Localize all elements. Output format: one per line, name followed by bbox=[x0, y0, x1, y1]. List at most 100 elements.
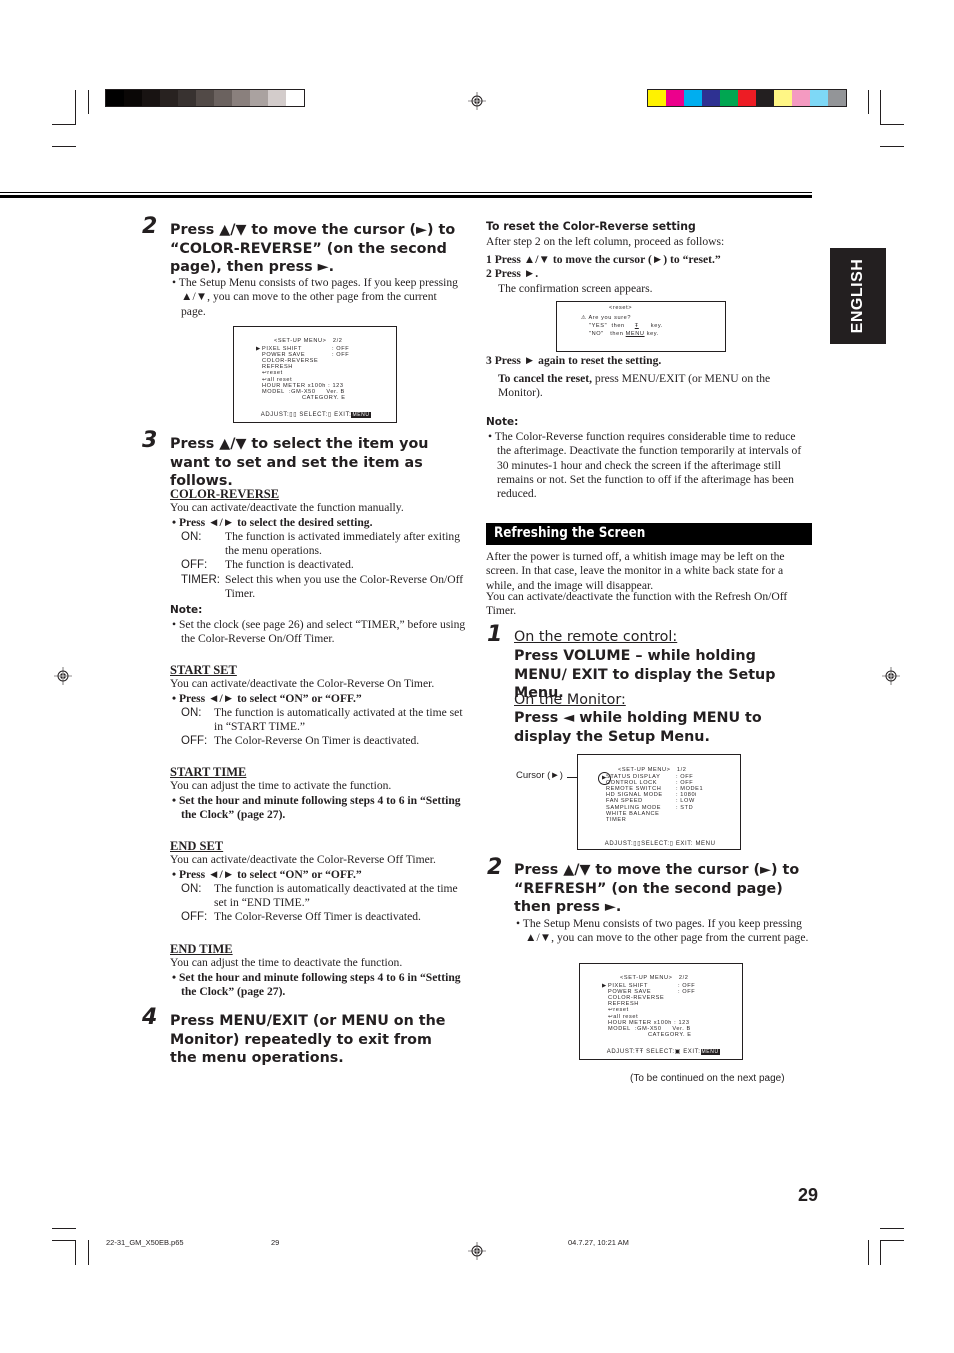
registration-mark-icon bbox=[468, 1242, 486, 1260]
section-title: COLOR-REVERSE bbox=[170, 487, 280, 501]
definition-text: Select this when you use the Color-Rever… bbox=[225, 572, 464, 601]
section-band: Refreshing the Screen bbox=[486, 523, 812, 545]
osd-item-value: : OFF bbox=[332, 352, 350, 359]
footer-timestamp: 04.7.27, 10:21 AM bbox=[568, 1238, 629, 1247]
step-number: 1 bbox=[487, 622, 503, 647]
color-swatch bbox=[684, 90, 702, 106]
grayscale-swatch bbox=[286, 90, 304, 106]
color-swatch bbox=[792, 90, 810, 106]
step-number: 4 bbox=[142, 1005, 158, 1030]
section-bullet: • Press ◄/► to select “ON” or “OFF.” bbox=[172, 867, 362, 881]
definition-row: TIMER: Select this when you use the Colo… bbox=[170, 573, 470, 602]
section-title: START SET bbox=[170, 663, 237, 677]
grayscale-swatch bbox=[232, 90, 250, 106]
color-swatch bbox=[648, 90, 666, 106]
cursor-callout: Cursor (►) bbox=[516, 770, 563, 781]
monitor-label: On the Monitor: bbox=[514, 692, 626, 708]
osd-title: <SET-UP MENU> 2/2 bbox=[274, 338, 343, 344]
definition-text: The function is automatically activated … bbox=[214, 705, 463, 734]
section-desc: You can activate/deactivate the function… bbox=[170, 501, 404, 515]
osd-no-line: "NO" then MENU key. bbox=[589, 331, 659, 337]
osd-reset-confirm: <reset> ⚠ Are you sure? "YES" then Ŧkey. … bbox=[556, 301, 726, 352]
osd-footer: ADJUST:▯▯SELECT:▯ EXIT: MENU bbox=[604, 841, 716, 848]
grayscale-swatch bbox=[160, 90, 178, 106]
refresh-intro-2: You can activate/deactivate the function… bbox=[486, 590, 788, 618]
definition-key: ON: bbox=[181, 530, 202, 543]
section-bullet: • Press ◄/► to select the desired settin… bbox=[172, 515, 373, 529]
definition-row: OFF: The function is deactivated. bbox=[170, 558, 470, 572]
step-heading: Press ▲/▼ to move the cursor (►) to “COL… bbox=[170, 222, 456, 275]
definition-text: The function is automatically deactivate… bbox=[214, 881, 458, 910]
footer-page: 29 bbox=[271, 1238, 280, 1247]
reset-cancel: To cancel the reset, press MENU/EXIT (or… bbox=[498, 372, 771, 400]
grayscale-swatch bbox=[250, 90, 268, 106]
section-band-title: Refreshing the Screen bbox=[494, 525, 646, 541]
grayscale-swatch bbox=[196, 90, 214, 106]
registration-mark-icon bbox=[54, 667, 72, 685]
osd-footer: ADJUST:▯▯ SELECT:▯ EXIT:MENU bbox=[260, 412, 371, 419]
osd-yes-line: "YES" then Ŧkey. bbox=[589, 323, 664, 329]
section-title: START TIME bbox=[170, 765, 247, 779]
color-calibration-bar bbox=[647, 89, 847, 107]
color-swatch bbox=[828, 90, 846, 106]
osd-question: ⚠ Are you sure? bbox=[581, 315, 632, 321]
monitor-instruction: Press ◄ while holding MENU to display th… bbox=[514, 710, 762, 745]
section-desc: You can activate/deactivate the Color-Re… bbox=[170, 677, 435, 691]
header-rule-thick bbox=[0, 195, 812, 198]
definition-key: TIMER: bbox=[181, 573, 220, 586]
definition-key: ON: bbox=[181, 882, 202, 895]
setting-section: END TIME You can adjust the time to deact… bbox=[170, 942, 470, 999]
reset-intro: After step 2 on the left column, proceed… bbox=[486, 235, 725, 248]
header-rule-thin bbox=[0, 192, 812, 193]
language-tab: ENGLISH bbox=[830, 248, 886, 344]
definition-row: ON: The function is automatically deacti… bbox=[170, 882, 470, 911]
step-bullet: • The Setup Menu consists of two pages. … bbox=[516, 917, 809, 945]
osd-cursor-icon: ▶ bbox=[602, 983, 607, 989]
color-swatch bbox=[756, 90, 774, 106]
step-bullet: • The Setup Menu consists of two pages. … bbox=[172, 276, 458, 318]
step-number: 2 bbox=[142, 214, 158, 239]
setting-section: START SET You can activate/deactivate the… bbox=[170, 663, 470, 749]
section-desc: You can activate/deactivate the Color-Re… bbox=[170, 853, 436, 867]
osd-setup-menu-page1: <SET-UP MENU> 1/2 ▶ STATUS DISPLAY: OFF C… bbox=[577, 754, 741, 850]
step-number: 3 bbox=[142, 428, 158, 453]
definition-row: ON: The function is activated immediatel… bbox=[170, 530, 470, 559]
step-heading: Press ▲/▼ to move the cursor (►) to “REF… bbox=[514, 862, 800, 915]
osd-cursor-icon: ▶ bbox=[256, 346, 261, 352]
definition-key: OFF: bbox=[181, 911, 208, 924]
color-swatch bbox=[738, 90, 756, 106]
step-heading: Press ▲/▼ to select the item you want to… bbox=[170, 436, 429, 489]
continued-note: (To be continued on the next page) bbox=[630, 1073, 785, 1084]
color-swatch bbox=[666, 90, 684, 106]
osd-footer: ADJUST:ŦŦ SELECT:▣ EXIT:MENU bbox=[606, 1049, 720, 1056]
color-swatch bbox=[774, 90, 792, 106]
registration-mark-icon bbox=[882, 667, 900, 685]
reset-step-2: 2 Press ►. bbox=[486, 267, 539, 280]
color-swatch bbox=[720, 90, 738, 106]
osd-title: <SET-UP MENU> 2/2 bbox=[620, 975, 689, 981]
note-text: • Set the clock (see page 26) and select… bbox=[172, 617, 466, 645]
setting-section: END SET You can activate/deactivate the C… bbox=[170, 839, 470, 925]
color-swatch bbox=[702, 90, 720, 106]
note-label: Note: bbox=[486, 416, 519, 428]
definition-text: The Color-Reverse On Timer is deactivate… bbox=[214, 734, 420, 748]
step-number: 2 bbox=[487, 855, 503, 880]
reset-step-1: 1 Press ▲/▼ to move the cursor (►) to “r… bbox=[486, 253, 721, 266]
section-bullet: • Set the hour and minute following step… bbox=[172, 970, 461, 998]
definition-row: ON: The function is automatically activa… bbox=[170, 706, 470, 735]
definition-text: The function is activated immediately af… bbox=[225, 529, 461, 558]
definition-text: The function is deactivated. bbox=[225, 558, 354, 572]
osd-item-label: CATEGORY. E bbox=[302, 394, 346, 401]
registration-mark-icon bbox=[468, 92, 486, 110]
osd-item-label: TIMER bbox=[606, 816, 627, 823]
setting-section: COLOR-REVERSE You can activate/deactivate… bbox=[170, 487, 470, 646]
reset-step-2-sub: The confirmation screen appears. bbox=[498, 282, 653, 295]
section-bullet: • Press ◄/► to select “ON” or “OFF.” bbox=[172, 691, 362, 705]
note-text: • The Color-Reverse function requires co… bbox=[488, 430, 802, 501]
grayscale-swatch bbox=[124, 90, 142, 106]
definition-row: OFF: The Color-Reverse On Timer is deact… bbox=[170, 734, 470, 748]
osd-title: <reset> bbox=[609, 305, 633, 311]
reset-heading: To reset the Color-Reverse setting bbox=[486, 219, 696, 233]
grayscale-calibration-bar bbox=[105, 89, 305, 107]
definition-row: OFF: The Color-Reverse Off Timer is deac… bbox=[170, 910, 470, 924]
